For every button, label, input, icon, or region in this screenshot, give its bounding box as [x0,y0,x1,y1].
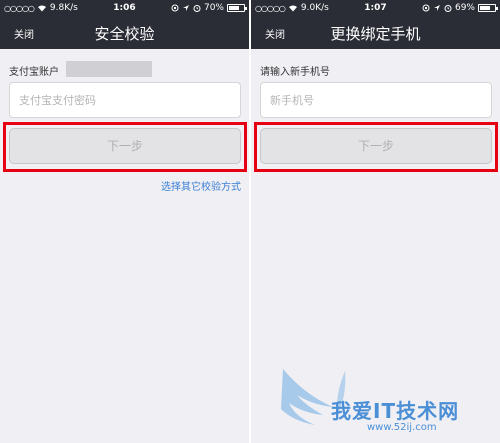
battery-percent: 70% [203,3,224,13]
nav-bar: 关闭 更换绑定手机 [251,18,500,49]
nav-bar: 关闭 安全校验 [0,18,249,49]
status-bar: ○○○○○ 9.0K/s 1:07 69% [251,0,500,18]
alarm-icon [444,5,452,12]
watermark-url: www.52ij.com [367,422,437,433]
page-title: 更换绑定手机 [330,25,421,43]
form-area: 支付宝账户 下一步 选择其它校验方式 [0,49,249,443]
location-icon [433,5,440,11]
page-title: 安全校验 [94,25,155,43]
watermark: 我爱IT技术网 www.52ij.com [275,365,490,440]
alarm-icon [193,5,201,12]
orientation-lock-icon [171,4,179,12]
left-screen: ○○○○○ 9.8K/s 1:06 70% 关闭 安全校验 支付宝账户 下一步 … [0,0,249,443]
watermark-text: 我爱IT技术网 [331,399,460,423]
location-icon [182,5,189,11]
battery-icon [227,4,247,12]
new-phone-input[interactable] [260,82,492,118]
other-verification-link[interactable]: 选择其它校验方式 [161,178,241,193]
orientation-lock-icon [422,4,430,12]
account-masked-value [66,61,152,77]
payment-password-input[interactable] [9,82,241,118]
phone-label: 请输入新手机号 [260,67,330,78]
next-step-button[interactable]: 下一步 [9,128,241,164]
status-bar: ○○○○○ 9.8K/s 1:06 70% [0,0,249,18]
battery-icon [478,4,498,12]
account-label: 支付宝账户 [9,67,59,78]
battery-percent: 69% [454,3,475,13]
battery-fill [229,6,239,10]
battery-fill [480,6,490,10]
next-step-button[interactable]: 下一步 [260,128,492,164]
